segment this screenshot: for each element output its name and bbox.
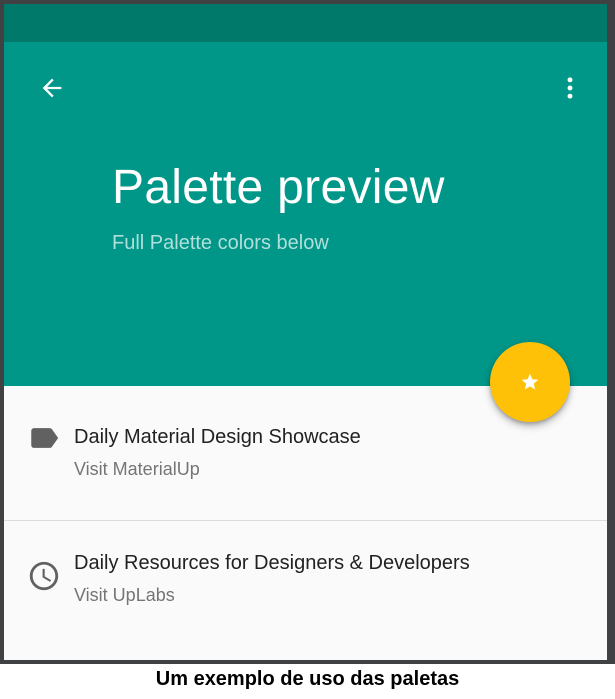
page-subtitle: Full Palette colors below — [112, 232, 329, 254]
clock-icon — [26, 558, 62, 594]
list-item-link[interactable]: Visit MaterialUp — [74, 459, 361, 480]
status-bar — [4, 4, 607, 42]
favorite-fab-button[interactable] — [490, 342, 570, 422]
list-item-uplabs[interactable]: Daily Resources for Designers & Develope… — [4, 520, 607, 654]
more-vert-icon — [567, 77, 573, 99]
app-bar: Palette preview Full Palette colors belo… — [4, 42, 607, 386]
link-list: Daily Material Design Showcase Visit Mat… — [4, 386, 607, 654]
list-item-link[interactable]: Visit UpLabs — [74, 585, 470, 606]
app-screen: Palette preview Full Palette colors belo… — [4, 4, 607, 660]
list-item-title: Daily Material Design Showcase — [74, 426, 361, 448]
device-frame: Palette preview Full Palette colors belo… — [0, 0, 615, 664]
figure-caption: Um exemplo de uso das paletas — [155, 668, 460, 690]
label-icon — [26, 420, 62, 456]
more-options-button[interactable] — [550, 68, 590, 108]
arrow-back-icon — [42, 78, 62, 98]
list-item-title: Daily Resources for Designers & Develope… — [74, 552, 470, 574]
page-title: Palette preview — [112, 161, 445, 214]
star-icon — [521, 373, 539, 390]
list-item-text: Daily Resources for Designers & Develope… — [74, 552, 470, 606]
list-item-text: Daily Material Design Showcase Visit Mat… — [74, 426, 361, 480]
back-button[interactable] — [32, 68, 72, 108]
